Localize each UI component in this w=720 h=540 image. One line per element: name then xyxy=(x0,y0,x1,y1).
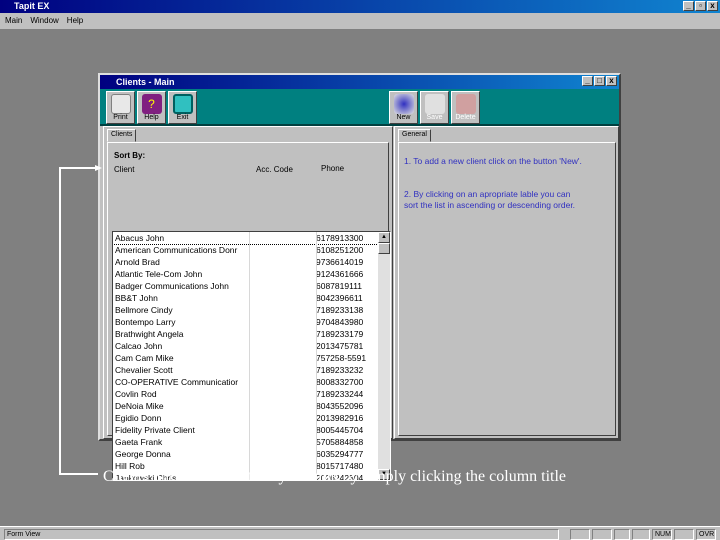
annotation-caption: Clients info can be sorted by column by … xyxy=(103,468,567,485)
status-bar: Form View NUM OVR xyxy=(0,526,720,540)
num-indicator: NUM xyxy=(652,529,672,540)
ovr-indicator: OVR xyxy=(696,529,716,540)
status-text: Form View xyxy=(4,529,559,540)
annotation-bracket xyxy=(59,165,102,475)
